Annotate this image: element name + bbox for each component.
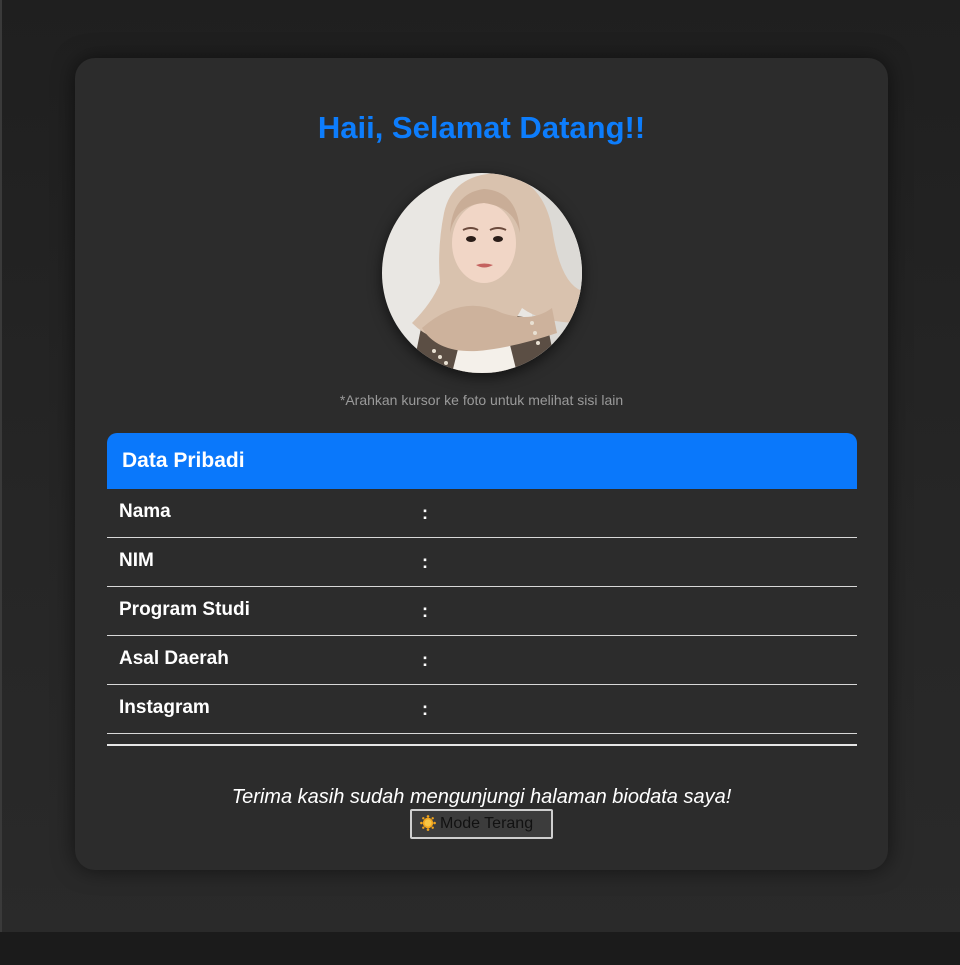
personal-data-header: Data Pribadi [107, 433, 857, 489]
table-row-asal-daerah: Asal Daerah : [107, 636, 857, 685]
mode-button-label: Mode Terang [440, 815, 534, 832]
table-row-instagram: Instagram : [107, 685, 857, 734]
row-label: Asal Daerah [119, 648, 229, 669]
bottom-band [0, 932, 960, 965]
light-mode-toggle-button[interactable]: Mode Terang [410, 809, 553, 839]
row-separator: : [422, 699, 428, 719]
section-title: Data Pribadi [122, 449, 245, 472]
table-row-nama: Nama : [107, 489, 857, 538]
page-title: Haii, Selamat Datang!! [317, 110, 646, 145]
thank-you-message: Terima kasih sudah mengunjungi halaman b… [231, 786, 732, 808]
biodata-card: Haii, Selamat Datang!! *Arahkan kursor k… [75, 58, 888, 870]
table-row-nim: NIM : [107, 538, 857, 587]
row-separator: : [422, 601, 428, 621]
row-label: Nama [119, 501, 171, 522]
photo-hover-hint: *Arahkan kursor ke foto untuk melihat si… [339, 392, 624, 408]
personal-data-table: Nama : NIM : Program Studi : Asal Daerah… [107, 489, 857, 734]
row-label: Program Studi [119, 599, 250, 620]
table-row-program-studi: Program Studi : [107, 587, 857, 636]
horizontal-rule [107, 744, 857, 746]
row-label: NIM [119, 550, 154, 571]
row-separator: : [422, 552, 428, 572]
row-separator: : [422, 650, 428, 670]
window-left-edge [0, 0, 2, 932]
profile-photo-image [382, 173, 582, 373]
row-separator: : [422, 503, 428, 523]
sun-icon [420, 815, 436, 831]
row-label: Instagram [119, 697, 210, 718]
profile-photo[interactable] [382, 173, 582, 373]
